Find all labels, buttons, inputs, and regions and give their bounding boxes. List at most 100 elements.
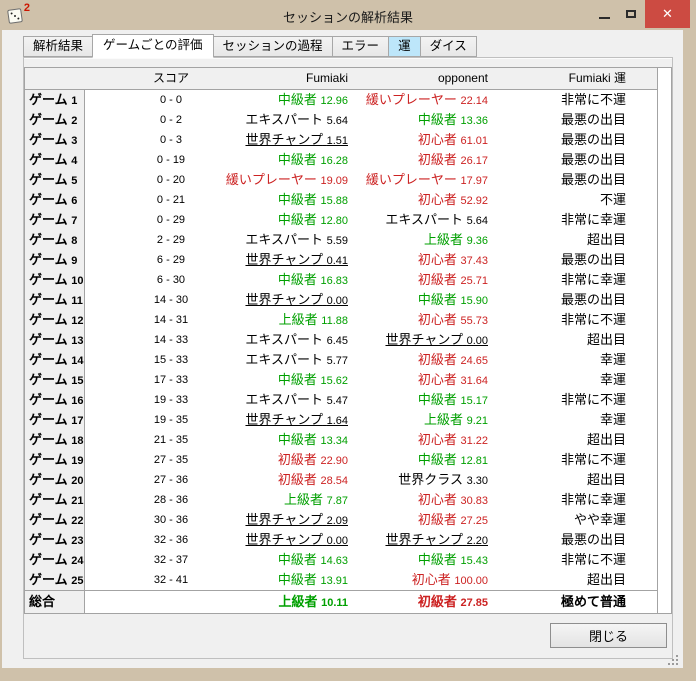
table-row[interactable]: ゲーム 60 - 21 中級者 15.88 初心者 52.92 不運 <box>25 190 657 210</box>
luck-cell: 最悪の出目 <box>560 132 626 147</box>
luck-cell: 非常に幸運 <box>560 212 626 227</box>
luck-cell: 最悪の出目 <box>560 292 626 307</box>
game-label: ゲーム 10 <box>25 270 85 290</box>
close-dialog-button[interactable]: 閉じる <box>550 623 667 648</box>
luck-cell: 非常に不運 <box>560 452 626 467</box>
luck-cell: 超出目 <box>586 332 626 347</box>
table-row[interactable]: ゲーム 96 - 29 世界チャンプ 0.41 初心者 37.43 最悪の出目 <box>25 250 657 270</box>
luck-cell: 最悪の出目 <box>560 172 626 187</box>
game-label: ゲーム 7 <box>25 210 85 230</box>
table-row[interactable]: ゲーム 10 - 0 中級者 12.96 緩いプレーヤー 22.14 非常に不運 <box>25 90 657 110</box>
game-label: ゲーム 18 <box>25 430 85 450</box>
table-body: ゲーム 10 - 0 中級者 12.96 緩いプレーヤー 22.14 非常に不運 ゲーム… <box>25 90 657 590</box>
game-label: ゲーム 1 <box>25 90 85 110</box>
game-label: ゲーム 16 <box>25 390 85 410</box>
game-label: ゲーム 23 <box>25 530 85 550</box>
tab-per-game-evaluation[interactable]: ゲームごとの評価 <box>92 34 214 58</box>
luck-cell: 非常に不運 <box>560 312 626 327</box>
window-controls: ✕ <box>591 0 690 28</box>
game-label: ゲーム 3 <box>25 130 85 150</box>
table-row[interactable]: ゲーム 15 17 - 33 中級者 15.62 初心者 31.64 幸運 <box>25 370 657 390</box>
game-label: ゲーム 2 <box>25 110 85 130</box>
luck-cell: 幸運 <box>599 412 626 427</box>
table-row[interactable]: ゲーム 25 32 - 41 中級者 13.91 初心者 100.00 超出目 <box>25 570 657 590</box>
table-row[interactable]: ゲーム 19 27 - 35 初級者 22.90 中級者 12.81 非常に不運 <box>25 450 657 470</box>
table-row[interactable]: ゲーム 24 32 - 37 中級者 14.63 中級者 15.43 非常に不運 <box>25 550 657 570</box>
luck-cell: 最悪の出目 <box>560 252 626 267</box>
game-label: ゲーム 21 <box>25 490 85 510</box>
game-label: ゲーム 6 <box>25 190 85 210</box>
luck-cell: 幸運 <box>599 352 626 367</box>
tab-analysis-results[interactable]: 解析結果 <box>23 36 94 57</box>
tab-dice[interactable]: ダイス <box>419 36 477 57</box>
table-row[interactable]: ゲーム 14 15 - 33 エキスパート 5.77 初級者 24.65 幸運 <box>25 350 657 370</box>
game-label: ゲーム 4 <box>25 150 85 170</box>
luck-cell: 不運 <box>599 192 626 207</box>
table-row[interactable]: ゲーム 50 - 20 緩いプレーヤー 19.09 緩いプレーヤー 17.97 最悪の… <box>25 170 657 190</box>
game-label: ゲーム 11 <box>25 290 85 310</box>
game-label: ゲーム 8 <box>25 230 85 250</box>
table-row[interactable]: ゲーム 10 6 - 30 中級者 16.83 初級者 25.71 非常に幸運 <box>25 270 657 290</box>
table-row[interactable]: ゲーム 20 - 2 エキスパート 5.64 中級者 13.36 最悪の出目 <box>25 110 657 130</box>
luck-cell: 最悪の出目 <box>560 152 626 167</box>
table-row[interactable]: ゲーム 17 19 - 35 世界チャンプ 1.64 上級者 9.21 幸運 <box>25 410 657 430</box>
tab-errors[interactable]: エラー <box>331 36 390 57</box>
luck-cell: 非常に不運 <box>560 92 626 107</box>
table-row[interactable]: ゲーム 82 - 29 エキスパート 5.59 上級者 9.36 超出目 <box>25 230 657 250</box>
luck-cell: 最悪の出目 <box>560 112 626 127</box>
game-label: ゲーム 24 <box>25 550 85 570</box>
close-window-button[interactable]: ✕ <box>645 0 690 28</box>
table-row[interactable]: ゲーム 18 21 - 35 中級者 13.34 初心者 31.22 超出目 <box>25 430 657 450</box>
table-row[interactable]: ゲーム 21 28 - 36 上級者 7.87 初心者 30.83 非常に幸運 <box>25 490 657 510</box>
tab-luck[interactable]: 運 <box>388 36 421 57</box>
luck-cell: 非常に幸運 <box>560 492 626 507</box>
luck-cell: 超出目 <box>586 572 626 587</box>
maximize-icon <box>626 10 636 18</box>
table-row[interactable]: ゲーム 40 - 19 中級者 16.28 初級者 26.17 最悪の出目 <box>25 150 657 170</box>
resize-grip[interactable] <box>666 653 682 669</box>
luck-cell: 超出目 <box>586 432 626 447</box>
minimize-icon <box>598 17 610 19</box>
total-label: 総合 <box>25 591 85 613</box>
game-label: ゲーム 22 <box>25 510 85 530</box>
game-label: ゲーム 12 <box>25 310 85 330</box>
tab-session-progress[interactable]: セッションの過程 <box>212 36 333 57</box>
window: 2 セッションの解析結果 ✕ 解析結果 ゲームごとの評価 セッションの過程 エラ… <box>0 0 696 681</box>
table-right-gutter <box>658 67 672 614</box>
titlebar[interactable]: 2 セッションの解析結果 ✕ <box>0 0 696 30</box>
table-row[interactable]: ゲーム 30 - 3 世界チャンプ 1.51 初心者 61.01 最悪の出目 <box>25 130 657 150</box>
luck-cell: やや幸運 <box>573 512 626 527</box>
column-header-luck[interactable]: Fumiaki 運 <box>446 68 626 89</box>
game-label: ゲーム 9 <box>25 250 85 270</box>
total-luck-cell: 極めて普通 <box>560 594 626 609</box>
minimize-button[interactable] <box>591 0 617 28</box>
total-row[interactable]: 総合 上級者 10.11 初級者 27.85 極めて普通 <box>25 591 657 613</box>
table-row[interactable]: ゲーム 20 27 - 36 初級者 28.54 世界クラス 3.30 超出目 <box>25 470 657 490</box>
luck-cell: 非常に不運 <box>560 392 626 407</box>
game-label: ゲーム 5 <box>25 170 85 190</box>
game-label: ゲーム 17 <box>25 410 85 430</box>
table-header: スコア Fumiaki opponent Fumiaki 運 <box>25 68 657 90</box>
luck-cell: 超出目 <box>586 472 626 487</box>
luck-cell: 非常に幸運 <box>560 272 626 287</box>
table-row[interactable]: ゲーム 23 32 - 36 世界チャンプ 0.00 世界チャンプ 2.20 最悪の出目 <box>25 530 657 550</box>
game-label: ゲーム 13 <box>25 330 85 350</box>
game-label: ゲーム 25 <box>25 570 85 590</box>
table-row[interactable]: ゲーム 16 19 - 33 エキスパート 5.47 中級者 15.17 非常に不運 <box>25 390 657 410</box>
game-label: ゲーム 15 <box>25 370 85 390</box>
game-label: ゲーム 19 <box>25 450 85 470</box>
table-row[interactable]: ゲーム 13 14 - 33 エキスパート 6.45 世界チャンプ 0.00 超出目 <box>25 330 657 350</box>
table-row[interactable]: ゲーム 12 14 - 31 上級者 11.88 初心者 55.73 非常に不運 <box>25 310 657 330</box>
table-row[interactable]: ゲーム 22 30 - 36 世界チャンプ 2.09 初級者 27.25 やや幸運 <box>25 510 657 530</box>
tab-bar: 解析結果 ゲームごとの評価 セッションの過程 エラー 運 ダイス <box>23 34 477 58</box>
luck-cell: 幸運 <box>599 372 626 387</box>
results-table: スコア Fumiaki opponent Fumiaki 運 ゲーム 10 - … <box>24 67 658 614</box>
luck-cell: 非常に不運 <box>560 552 626 567</box>
close-icon: ✕ <box>662 6 673 21</box>
luck-cell: 最悪の出目 <box>560 532 626 547</box>
maximize-button[interactable] <box>617 0 645 28</box>
game-label: ゲーム 20 <box>25 470 85 490</box>
table-row[interactable]: ゲーム 70 - 29 中級者 12.80 エキスパート 5.64 非常に幸運 <box>25 210 657 230</box>
table-row[interactable]: ゲーム 11 14 - 30 世界チャンプ 0.00 中級者 15.90 最悪の出目 <box>25 290 657 310</box>
game-label: ゲーム 14 <box>25 350 85 370</box>
